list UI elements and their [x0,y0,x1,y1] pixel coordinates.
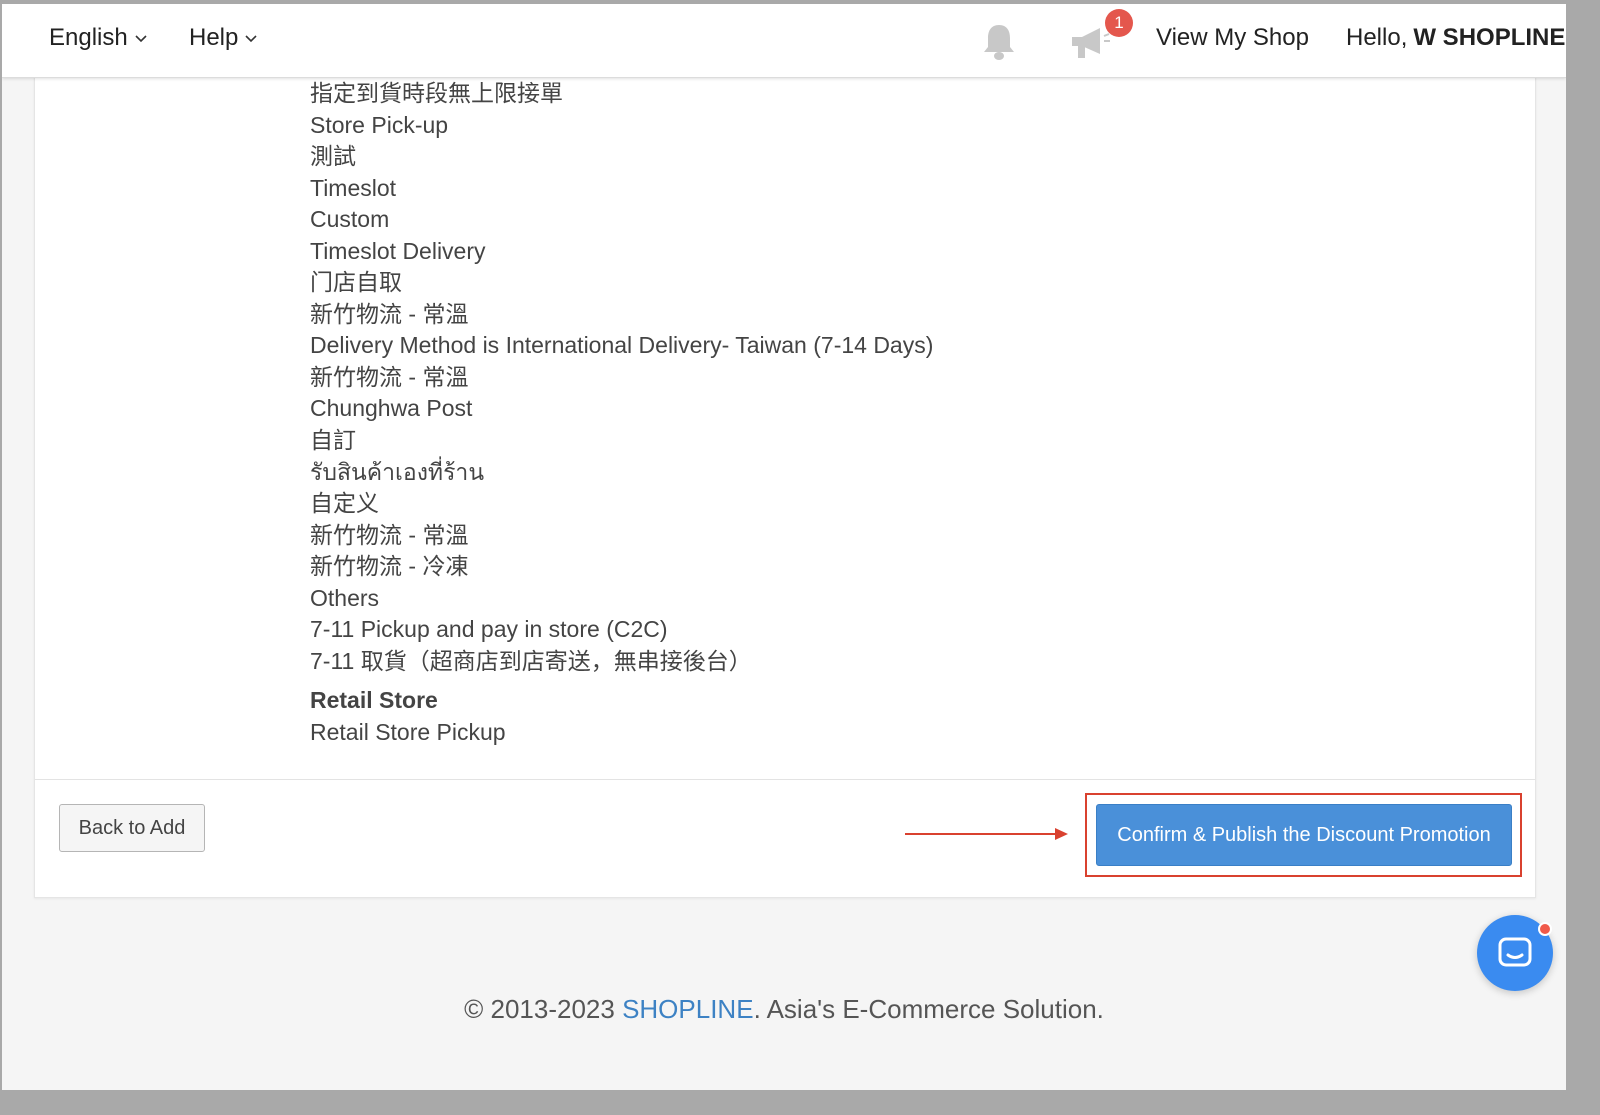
delivery-method-item: 自定义 [310,490,379,517]
delivery-method-item: Chunghwa Post [310,395,473,422]
delivery-method-item: 门店自取 [310,269,402,296]
shopline-link[interactable]: SHOPLINE [622,994,754,1024]
retail-store-heading: Retail Store [310,687,438,714]
delivery-method-item: 新竹物流 - 常溫 [310,521,469,548]
delivery-method-item: 自訂 [310,427,356,454]
help-dropdown[interactable]: Help [189,24,258,52]
delivery-method-item: Store Pick-up [310,111,449,138]
bell-icon[interactable] [980,22,1018,62]
chevron-down-icon [135,35,147,43]
delivery-method-item: 新竹物流 - 冷凍 [310,553,469,580]
user-name: W SHOPLINE [1413,24,1566,51]
delivery-method-item: 測試 [310,143,356,170]
page-viewport: 指定到貨時段無上限接單 Store Pick-up 測試 Timeslot Cu… [2,4,1566,1090]
delivery-method-item: 7-11 Pickup and pay in store (C2C) [310,616,668,643]
delivery-method-item: Timeslot [310,174,397,201]
delivery-method-item: Custom [310,206,390,233]
pointer-arrow-icon [905,828,1068,840]
delivery-method-item: 新竹物流 - 常溫 [310,300,469,327]
delivery-method-item: 7-11 取貨（超商店到店寄送，無串接後台） [310,647,752,674]
delivery-method-item: Delivery Method is International Deliver… [310,332,934,359]
delivery-method-item: Others [310,584,380,611]
language-dropdown[interactable]: English [49,24,148,52]
notification-count-badge: 1 [1105,9,1133,37]
chevron-down-icon [245,35,257,43]
chat-unread-dot [1538,922,1552,936]
top-navigation-bar: English Help 1 View My Shop Hello, W SHO… [2,4,1566,78]
chat-icon [1498,937,1532,967]
page-footer: © 2013-2023 SHOPLINE. Asia's E-Commerce … [2,994,1566,1025]
card-footer-divider [35,779,1535,780]
delivery-method-item: Timeslot Delivery [310,237,486,264]
confirm-publish-button[interactable]: Confirm & Publish the Discount Promotion [1096,804,1512,866]
language-label: English [49,24,128,51]
delivery-method-item: 指定到貨時段無上限接單 [310,80,563,106]
promotion-summary-card: 指定到貨時段無上限接單 Store Pick-up 測試 Timeslot Cu… [34,4,1536,898]
megaphone-icon[interactable] [1068,24,1112,62]
user-menu-dropdown[interactable]: Hello, W SHOPLINE [1346,24,1566,52]
greeting-text: Hello, [1346,24,1408,51]
tagline-text: . Asia's E-Commerce Solution. [753,994,1104,1024]
delivery-method-item: 新竹物流 - 常溫 [310,363,469,390]
delivery-method-list: 指定到貨時段無上限接單 Store Pick-up 測試 Timeslot Cu… [310,78,1210,748]
copyright-text: © 2013-2023 [464,994,623,1024]
help-label: Help [189,24,239,51]
retail-store-item: Retail Store Pickup [310,718,506,745]
delivery-method-item: รับสินค้าเองที่ร้าน [310,458,485,485]
view-my-shop-link[interactable]: View My Shop [1156,24,1309,52]
back-to-add-button[interactable]: Back to Add [59,804,205,852]
